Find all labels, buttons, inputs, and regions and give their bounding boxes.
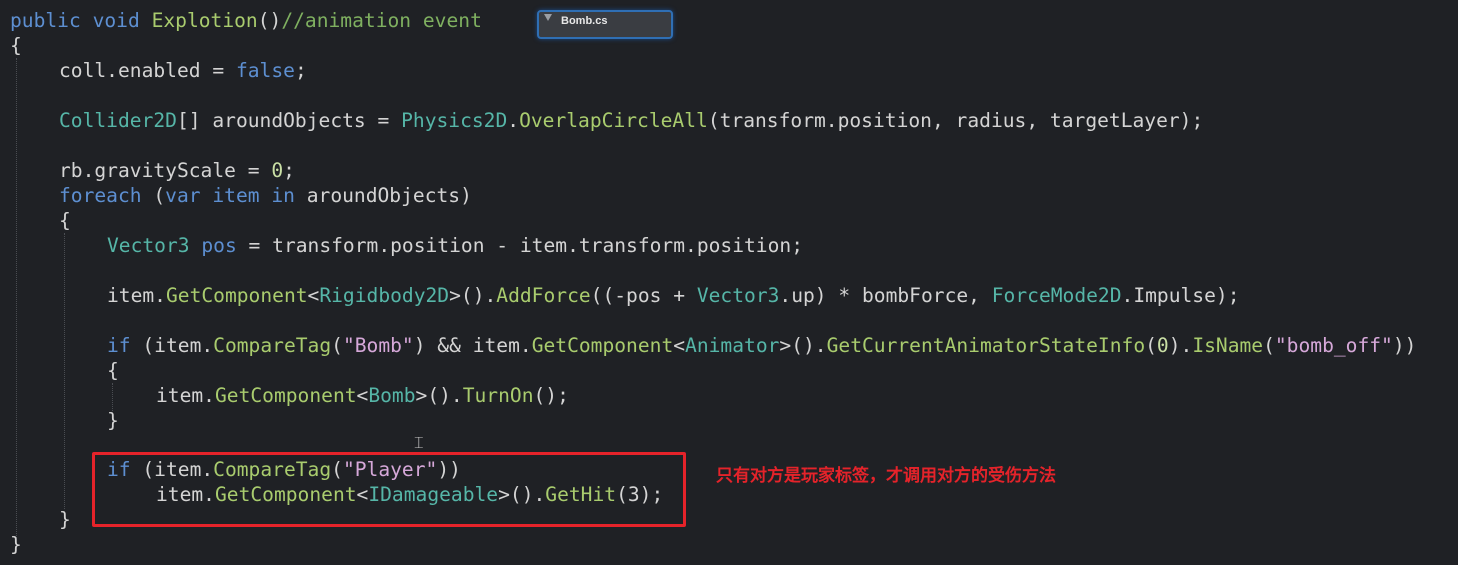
type-token: Bomb xyxy=(368,384,416,407)
keyword-token: void xyxy=(92,9,140,32)
text-token: } xyxy=(107,409,119,432)
code-line-8: Vector3 pos = transform.position - item.… xyxy=(107,233,803,258)
method-token: CompareTag xyxy=(213,334,332,357)
code-line-10: if (item.CompareTag("Bomb") && item.GetC… xyxy=(107,333,1416,358)
text-token: { xyxy=(10,34,22,57)
text-token: ; xyxy=(283,159,295,182)
indent-guide-3 xyxy=(112,383,113,411)
text-token: ( xyxy=(141,184,166,207)
text-token: ( xyxy=(1263,334,1275,357)
method-token: GetComponent xyxy=(214,384,357,407)
method-token: GetComponent xyxy=(531,334,674,357)
text-token: (); xyxy=(533,384,569,407)
code-line-7: { xyxy=(59,208,71,233)
text-token: } xyxy=(59,508,71,531)
code-line-4: Collider2D[] aroundObjects = Physics2D.O… xyxy=(59,108,1203,133)
type-token: Rigidbody2D xyxy=(319,284,450,307)
code-line-2: { xyxy=(10,33,22,58)
text-token: >(). xyxy=(415,384,463,407)
text-token: ( xyxy=(331,334,343,357)
comment-token: //animation event xyxy=(281,9,482,32)
text-token: coll.enabled = xyxy=(59,59,236,82)
text-token: (transform.position, radius, targetLayer… xyxy=(707,109,1204,132)
method-token: IsName xyxy=(1192,334,1264,357)
text-token: ) && item. xyxy=(413,334,532,357)
number-token: 0 xyxy=(1156,334,1169,357)
text-token: ). xyxy=(1168,334,1193,357)
text-cursor-icon: ⌶ xyxy=(414,433,424,452)
text-token: item. xyxy=(107,284,166,307)
string-token: "bomb_off" xyxy=(1274,334,1393,357)
file-tab-label: Bomb.cs xyxy=(561,15,608,27)
text-token: < xyxy=(673,334,686,357)
text-token: item. xyxy=(156,384,215,407)
keyword-token: public xyxy=(10,9,81,32)
text-token: ((-pos + xyxy=(590,284,697,307)
text-token: { xyxy=(107,359,119,382)
indent-guide-2 xyxy=(64,233,65,509)
text-token: < xyxy=(356,384,369,407)
code-line-13: } xyxy=(107,408,119,433)
code-line-1: public void Explotion()//animation event xyxy=(10,8,482,33)
code-line-17: } xyxy=(10,532,22,557)
number-token: 0 xyxy=(271,159,284,182)
method-token: GetComponent xyxy=(165,284,308,307)
keyword-token: var xyxy=(165,184,201,207)
type-token: Collider2D xyxy=(59,109,177,132)
code-line-6: foreach (var item in aroundObjects) xyxy=(59,183,472,208)
annotation-text: 只有对方是玩家标签，才调用对方的受伤方法 xyxy=(716,466,1056,486)
method-token: Explotion xyxy=(151,9,258,32)
text-token: . xyxy=(507,109,520,132)
text-token: () xyxy=(257,9,282,32)
code-line-5: rb.gravityScale = 0; xyxy=(59,158,295,183)
type-token: Vector3 xyxy=(696,284,780,307)
code-line-9: item.GetComponent<Rigidbody2D>().AddForc… xyxy=(107,283,1240,308)
text-token: ; xyxy=(294,59,307,82)
string-token: "Bomb" xyxy=(342,334,414,357)
type-token: Vector3 xyxy=(107,234,190,257)
method-token: GetCurrentAnimatorStateInfo xyxy=(826,334,1146,357)
keyword-token: if xyxy=(107,334,131,357)
variable-token: item xyxy=(200,184,272,207)
code-line-3: coll.enabled = false; xyxy=(59,58,307,83)
method-token: OverlapCircleAll xyxy=(519,109,708,132)
text-token: )) xyxy=(1392,334,1417,357)
keyword-token: foreach xyxy=(59,184,142,207)
keyword-token: false xyxy=(235,59,295,82)
code-line-11: { xyxy=(107,358,119,383)
text-token: [] aroundObjects = xyxy=(176,109,402,132)
highlight-box xyxy=(92,452,686,527)
text-token: >(). xyxy=(449,284,497,307)
type-token: ForceMode2D xyxy=(991,284,1122,307)
text-token: < xyxy=(307,284,320,307)
file-icon xyxy=(544,14,552,21)
text-token: >(). xyxy=(779,334,827,357)
text-token: = transform.position - item.transform.po… xyxy=(236,234,803,257)
type-token: Animator xyxy=(685,334,780,357)
text-token: .Impulse); xyxy=(1121,284,1240,307)
variable-token: pos xyxy=(189,234,237,257)
file-tab-bomb[interactable]: Bomb.cs xyxy=(537,10,673,39)
text-token: (item. xyxy=(130,334,214,357)
text-token: .up) * bombForce, xyxy=(779,284,992,307)
indent-guide-1 xyxy=(16,58,17,538)
text-token: { xyxy=(59,209,71,232)
text-token: aroundObjects) xyxy=(294,184,472,207)
code-line-12: item.GetComponent<Bomb>().TurnOn(); xyxy=(156,383,569,408)
type-token: Physics2D xyxy=(401,109,508,132)
method-token: AddForce xyxy=(496,284,591,307)
text-token: } xyxy=(10,533,22,556)
text-token: ( xyxy=(1145,334,1157,357)
keyword-token: in xyxy=(271,184,295,207)
method-token: TurnOn xyxy=(462,384,534,407)
text-token: rb.gravityScale = xyxy=(59,159,272,182)
code-line-16: } xyxy=(59,507,71,532)
